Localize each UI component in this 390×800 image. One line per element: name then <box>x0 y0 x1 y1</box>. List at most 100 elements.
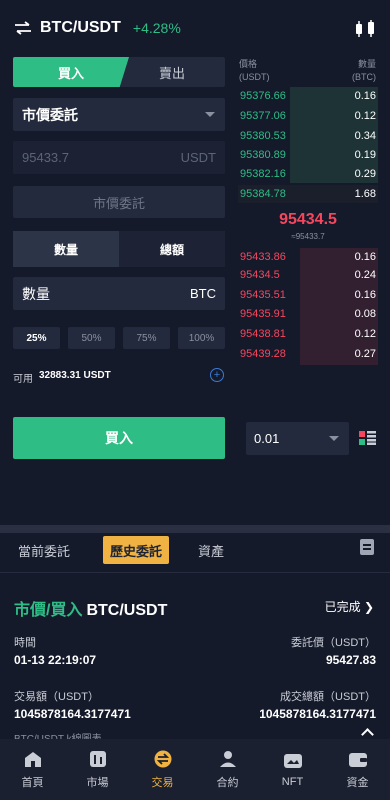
amount-label: 交易額（USDT） <box>14 691 99 703</box>
ask-row[interactable]: 95435.51 0.16 <box>238 286 378 304</box>
amount-input[interactable]: 數量 BTC <box>13 277 225 310</box>
bid-row[interactable]: 95380.89 0.19 <box>238 146 378 164</box>
bottom-nav: 首頁 市場 交易 合約 NFT 資金 <box>0 739 390 800</box>
ask-qty: 0.08 <box>354 308 376 320</box>
order-type: 市價/買入 <box>14 602 83 619</box>
nav-funds[interactable]: 資金 <box>325 739 390 800</box>
bid-qty: 0.12 <box>354 110 376 122</box>
ask-price: 95433.86 <box>240 251 286 263</box>
qty-header-unit: (BTC) <box>352 72 376 82</box>
available-value: 32883.31 USDT <box>39 370 111 381</box>
bid-price: 95384.78 <box>240 188 286 200</box>
order-price-label: 委託價（USDT） <box>291 637 376 649</box>
bid-qty: 0.29 <box>354 168 376 180</box>
order-tabs: 當前委託 歷史委託 資產 <box>0 533 390 567</box>
tab-sell[interactable]: 賣出 <box>119 57 225 87</box>
price-input[interactable]: 95433.7 USDT <box>13 141 225 174</box>
nav-label: 資金 <box>346 776 369 789</box>
last-price-fiat: ≈95433.7 <box>291 232 325 241</box>
ask-row[interactable]: 95434.5 0.24 <box>238 266 378 284</box>
document-icon[interactable] <box>360 539 374 555</box>
amount-label: 數量 <box>22 285 50 302</box>
bid-price: 95380.53 <box>240 130 286 142</box>
tab-total[interactable]: 總額 <box>119 231 225 267</box>
amount-unit: BTC <box>190 286 216 301</box>
percent-100-button[interactable]: 100% <box>178 327 225 349</box>
last-price: 95434.5 <box>279 211 337 228</box>
price-unit: USDT <box>180 150 216 165</box>
bid-row[interactable]: 95382.16 0.29 <box>238 165 378 183</box>
bid-row[interactable]: 95377.06 0.12 <box>238 107 378 125</box>
tab-assets[interactable]: 資產 <box>195 536 227 564</box>
filled-total-label: 成交總額（USDT） <box>280 691 376 703</box>
bid-price: 95376.66 <box>240 90 286 102</box>
chart-drawer-handle[interactable]: BTC/USDT k線圖表 <box>0 727 390 739</box>
orderbook-header: 價格 (USDT) 數量 (BTC) <box>239 58 376 84</box>
order-title: 市價/買入 BTC/USDT <box>14 596 167 620</box>
buy-sell-tabs: 買入 賣出 <box>13 57 225 87</box>
candlestick-icon[interactable] <box>354 20 376 38</box>
orderbook-layout-icon[interactable] <box>359 431 376 445</box>
nav-home[interactable]: 首頁 <box>0 739 65 800</box>
order-type-label: 市價委託 <box>22 106 78 123</box>
ask-qty: 0.24 <box>354 269 376 281</box>
percent-25-button[interactable]: 25% <box>13 327 60 349</box>
bid-row[interactable]: 95380.53 0.34 <box>238 127 378 145</box>
nav-market[interactable]: 市場 <box>65 739 130 800</box>
tab-order-history[interactable]: 歷史委託 <box>103 536 169 564</box>
nav-label: 合約 <box>216 776 239 789</box>
ask-qty: 0.16 <box>354 289 376 301</box>
ask-qty: 0.12 <box>354 328 376 340</box>
available-label: 可用 <box>13 374 33 385</box>
bid-qty: 0.34 <box>354 130 376 142</box>
tab-current-orders[interactable]: 當前委託 <box>15 536 73 564</box>
depth-select[interactable]: 0.01 <box>246 422 349 455</box>
bid-price: 95377.06 <box>240 110 286 122</box>
bid-row[interactable]: 95384.78 1.68 <box>238 185 378 203</box>
contract-icon <box>219 750 236 767</box>
ask-qty: 0.16 <box>354 251 376 263</box>
market-order-button[interactable]: 市價委託 <box>13 186 225 218</box>
order-status-link[interactable]: 已完成 ❯ <box>325 598 374 615</box>
caret-down-icon <box>329 436 339 441</box>
home-icon <box>24 751 41 767</box>
ask-price: 95434.5 <box>240 269 280 281</box>
nav-contract[interactable]: 合約 <box>195 739 260 800</box>
ask-price: 95439.28 <box>240 348 286 360</box>
bid-row[interactable]: 95376.66 0.16 <box>238 87 378 105</box>
plus-circle-icon[interactable]: + <box>210 368 224 382</box>
price-placeholder: 95433.7 <box>22 150 69 165</box>
ask-price: 95435.91 <box>240 308 286 320</box>
swap-arrows-icon[interactable] <box>14 21 32 35</box>
ask-row[interactable]: 95433.86 0.16 <box>238 248 378 266</box>
nav-label: NFT <box>281 775 304 788</box>
time-label: 時間 <box>14 637 36 649</box>
caret-down-icon <box>205 112 215 117</box>
filled-total-value: 1045878164.3177471 <box>259 707 376 721</box>
chart-drawer-label: BTC/USDT k線圖表 <box>14 730 102 739</box>
tab-quantity[interactable]: 數量 <box>13 231 119 267</box>
bid-qty: 1.68 <box>354 188 376 200</box>
bid-price: 95380.89 <box>240 149 286 161</box>
depth-value: 0.01 <box>254 431 280 446</box>
buy-button[interactable]: 買入 <box>13 417 225 459</box>
ask-row[interactable]: 95435.91 0.08 <box>238 305 378 323</box>
tab-buy[interactable]: 買入 <box>13 57 129 87</box>
ask-row[interactable]: 95439.28 0.27 <box>238 345 378 363</box>
market-chart-icon <box>89 750 106 767</box>
nav-nft[interactable]: NFT <box>260 739 325 800</box>
order-type-select[interactable]: 市價委託 <box>13 98 225 131</box>
ask-price: 95435.51 <box>240 289 286 301</box>
ask-price: 95438.81 <box>240 328 286 340</box>
nav-trade[interactable]: 交易 <box>130 739 195 800</box>
ask-row[interactable]: 95438.81 0.12 <box>238 325 378 343</box>
trade-swap-icon <box>154 750 171 767</box>
percent-50-button[interactable]: 50% <box>68 327 115 349</box>
pair-title[interactable]: BTC/USDT <box>40 19 121 37</box>
price-change: +4.28% <box>132 20 181 36</box>
wallet-icon <box>348 752 367 767</box>
percent-75-button[interactable]: 75% <box>123 327 170 349</box>
time-value: 01-13 22:19:07 <box>14 653 97 667</box>
percent-buttons: 25% 50% 75% 100% <box>13 327 225 349</box>
available-balance: 可用 32883.31 USDT <box>13 370 111 385</box>
